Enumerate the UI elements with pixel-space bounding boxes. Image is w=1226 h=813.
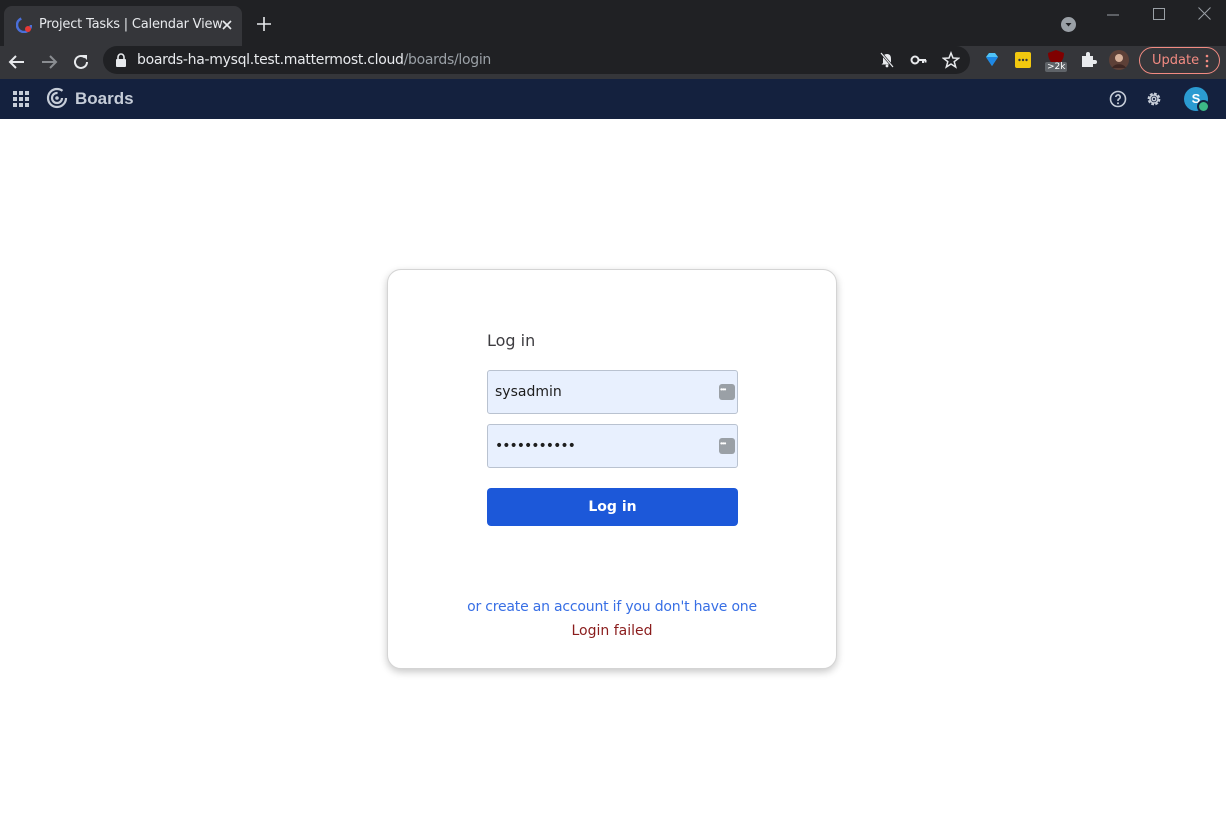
username-input[interactable] [488, 371, 737, 413]
login-card: Log in Log in or create an account if yo… [387, 269, 837, 669]
address-bar[interactable]: boards-ha-mysql.test.mattermost.cloud/bo… [103, 46, 970, 74]
new-tab-icon[interactable] [255, 15, 273, 33]
password-manager-icon[interactable] [719, 438, 735, 454]
url-host: boards-ha-mysql.test.mattermost.cloud [137, 52, 404, 68]
product-switcher-grid-icon[interactable] [13, 91, 29, 107]
profile-avatar-icon[interactable] [1109, 50, 1129, 70]
reload-icon[interactable] [70, 51, 92, 73]
bookmark-star-icon[interactable] [942, 51, 960, 69]
password-input[interactable] [488, 425, 737, 467]
maximize-icon[interactable] [1152, 7, 1166, 21]
password-field[interactable] [487, 424, 738, 468]
browser-tab[interactable]: Project Tasks | Calendar View [4, 6, 242, 46]
username-field[interactable] [487, 370, 738, 414]
app-title: Boards [75, 89, 134, 108]
tab-title: Project Tasks | Calendar View [39, 17, 223, 32]
create-account-link[interactable]: or create an account if you don't have o… [388, 599, 836, 615]
login-title: Log in [487, 331, 536, 350]
lock-icon[interactable] [115, 53, 127, 67]
more-vertical-icon [1205, 54, 1209, 68]
diamond-extension-icon[interactable] [982, 50, 1002, 70]
password-manager-icon[interactable] [719, 384, 735, 400]
notes-extension-icon[interactable] [1013, 50, 1033, 70]
tab-search-icon[interactable] [1061, 17, 1076, 32]
browser-toolbar: boards-ha-mysql.test.mattermost.cloud/bo… [0, 46, 1226, 79]
tab-close-icon[interactable] [219, 17, 235, 33]
browser-tab-strip: Project Tasks | Calendar View [0, 0, 1226, 46]
help-icon[interactable] [1109, 90, 1127, 108]
back-arrow-icon[interactable] [6, 51, 28, 73]
ublock-extension[interactable]: >2k [1045, 50, 1068, 76]
extension-badge: >2k [1045, 62, 1068, 72]
update-label: Update [1152, 53, 1200, 68]
settings-gear-icon[interactable] [1145, 90, 1163, 108]
login-error-message: Login failed [571, 623, 653, 639]
online-status-icon [1197, 100, 1210, 113]
forward-arrow-icon[interactable] [38, 51, 60, 73]
update-button[interactable]: Update [1139, 47, 1220, 74]
boards-logo-icon [46, 87, 68, 109]
window-close-icon[interactable] [1197, 6, 1212, 21]
puzzle-extensions-icon[interactable] [1078, 50, 1098, 70]
minimize-icon[interactable] [1106, 8, 1120, 22]
url-text[interactable]: boards-ha-mysql.test.mattermost.cloud/bo… [137, 52, 491, 68]
key-icon[interactable] [910, 51, 928, 69]
notifications-blocked-icon[interactable] [878, 51, 896, 69]
login-button[interactable]: Log in [487, 488, 738, 526]
url-path: /boards/login [403, 52, 492, 68]
focalboard-favicon-icon [16, 17, 32, 33]
app-header: Boards S [0, 79, 1226, 119]
